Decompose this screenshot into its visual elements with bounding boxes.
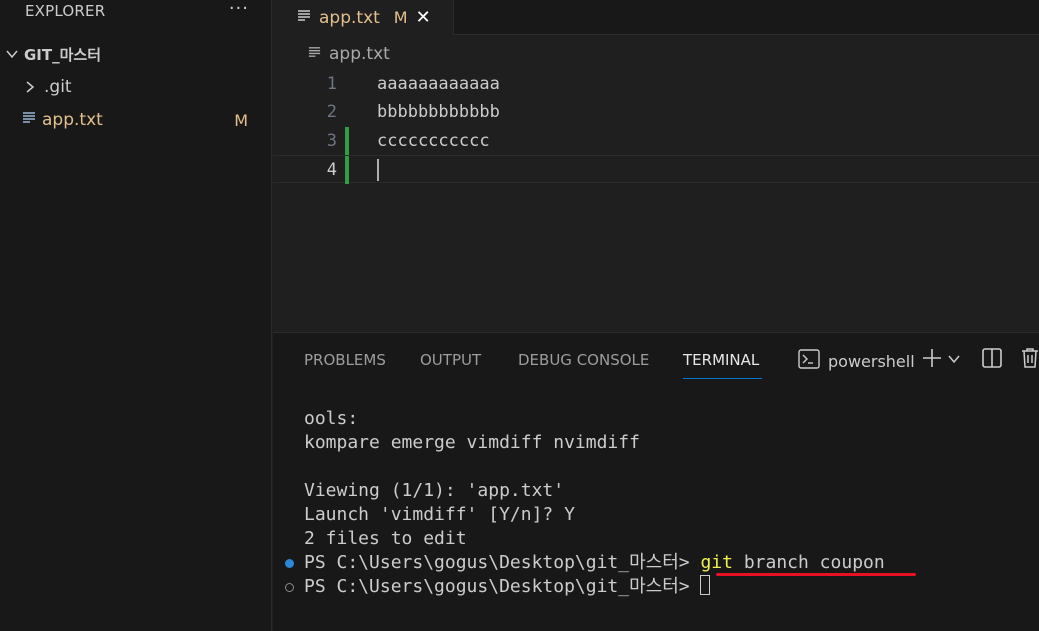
terminal-line: ools:: [304, 408, 359, 429]
line-text: bbbbbbbbbbbb: [377, 102, 500, 122]
chevron-down-icon: [4, 46, 20, 62]
code-editor[interactable]: 1 aaaaaaaaaaaa 2 bbbbbbbbbbbb 3 cccccccc…: [273, 70, 1039, 330]
text-file-icon: [22, 110, 36, 130]
root-folder[interactable]: GIT_마스터: [0, 39, 272, 69]
trash-icon[interactable]: [1021, 347, 1039, 373]
breadcrumb[interactable]: app.txt: [308, 44, 390, 64]
terminal-output[interactable]: ools: kompare emerge vimdiff nvimdiff Vi…: [304, 407, 885, 599]
plus-icon[interactable]: [921, 347, 943, 373]
tab-problems[interactable]: PROBLEMS: [304, 351, 386, 369]
split-terminal-icon[interactable]: [981, 347, 1003, 373]
terminal-cursor: [700, 575, 711, 595]
explorer-sidebar: EXPLORER ··· GIT_마스터 .git app.txt M: [0, 0, 272, 631]
line-number: 3: [326, 131, 337, 151]
line-number: 1: [326, 74, 337, 94]
terminal-shell-selector[interactable]: powershell: [798, 349, 915, 373]
explorer-title: EXPLORER: [25, 2, 106, 20]
chevron-down-icon[interactable]: [947, 351, 961, 370]
command-git: git: [700, 552, 733, 573]
terminal-line: Launch 'vimdiff' [Y/n]? Y: [304, 504, 575, 525]
active-tab-indicator: [683, 378, 762, 379]
terminal-prompt-line: PS C:\Users\gogus\Desktop\git_마스터>: [304, 575, 885, 599]
tab-label: app.txt: [319, 7, 380, 28]
text-cursor: [377, 159, 379, 181]
tab-modified-badge: M: [393, 8, 408, 27]
text-file-icon: [308, 44, 321, 64]
modified-badge: M: [234, 110, 248, 130]
root-folder-label: GIT_마스터: [24, 45, 102, 64]
shell-name: powershell: [828, 351, 915, 371]
added-line-gutter-marker: [345, 156, 349, 184]
added-line-gutter-marker: [345, 127, 349, 155]
line-number: 4: [326, 160, 337, 180]
sidebar-item-app-txt[interactable]: app.txt M: [0, 105, 272, 135]
text-file-icon: [297, 8, 311, 28]
terminal-prompt-line: PS C:\Users\gogus\Desktop\git_마스터> git b…: [304, 551, 885, 575]
vscode-window: EXPLORER ··· GIT_마스터 .git app.txt M app.…: [0, 0, 1039, 631]
close-icon[interactable]: ✕: [416, 7, 431, 28]
bottom-panel: PROBLEMS OUTPUT DEBUG CONSOLE TERMINAL p…: [273, 332, 1039, 631]
editor-line[interactable]: 2 bbbbbbbbbbbb: [273, 98, 1039, 126]
terminal-icon: [798, 349, 820, 373]
breadcrumb-label: app.txt: [329, 44, 390, 64]
tab-output[interactable]: OUTPUT: [420, 351, 481, 369]
tab-app-txt[interactable]: app.txt M ✕: [273, 0, 454, 35]
sidebar-item-label: app.txt: [42, 110, 103, 130]
tab-debug-console[interactable]: DEBUG CONSOLE: [518, 351, 649, 369]
command-status-dot-pending[interactable]: [285, 583, 294, 592]
more-actions-icon[interactable]: ···: [229, 0, 249, 19]
editor-line-active[interactable]: 4: [273, 155, 1039, 184]
prompt-text: PS C:\Users\gogus\Desktop\git_마스터>: [304, 576, 701, 597]
prompt-text: PS C:\Users\gogus\Desktop\git_마스터>: [304, 552, 701, 573]
line-number: 2: [326, 102, 337, 122]
editor-line[interactable]: 1 aaaaaaaaaaaa: [273, 70, 1039, 98]
sidebar-item-git-folder[interactable]: .git: [0, 72, 272, 102]
tab-terminal[interactable]: TERMINAL: [683, 351, 759, 369]
terminal-line: Viewing (1/1): 'app.txt': [304, 480, 565, 501]
chevron-right-icon: [22, 79, 38, 95]
editor-line[interactable]: 3 ccccccccccc: [273, 127, 1039, 155]
annotation-underline: [716, 573, 916, 576]
terminal-line: kompare emerge vimdiff nvimdiff: [304, 432, 640, 453]
line-text: aaaaaaaaaaaa: [377, 74, 500, 94]
command-args: branch coupon: [732, 552, 885, 573]
editor-tab-bar: app.txt M ✕: [273, 0, 1039, 35]
command-status-dot-success[interactable]: [285, 559, 294, 568]
terminal-actions: [921, 347, 1039, 373]
terminal-line: 2 files to edit: [304, 528, 467, 549]
sidebar-item-label: .git: [44, 77, 72, 97]
line-text: ccccccccccc: [377, 131, 490, 151]
